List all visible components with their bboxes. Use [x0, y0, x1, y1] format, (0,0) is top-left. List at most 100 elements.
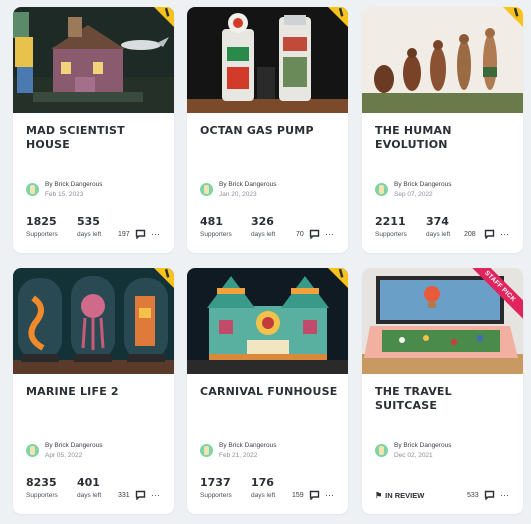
- project-title[interactable]: MAD SCIENTIST HOUSE: [26, 124, 164, 152]
- days-left-label: days left: [426, 231, 451, 238]
- octan-gas-pump-picture: [187, 7, 348, 113]
- more-options-icon[interactable]: ···: [500, 490, 509, 500]
- project-card[interactable]: ▌ THE HUMAN EVOLUTION By Brick Dangerous…: [362, 7, 523, 253]
- avatar[interactable]: [26, 183, 39, 196]
- more-options-icon[interactable]: ···: [151, 229, 160, 239]
- days-left-stat: 535 days left: [77, 215, 101, 238]
- author-name[interactable]: By Brick Dangerous: [219, 181, 276, 188]
- author-name[interactable]: By Brick Dangerous: [219, 442, 276, 449]
- publish-date: Jan 20, 2023: [219, 191, 257, 198]
- comment-icon[interactable]: [309, 490, 320, 500]
- project-card[interactable]: ▌ MARINE LIFE 2 By Brick Dangerous Apr 0…: [13, 268, 174, 514]
- days-left-stat: 176 days left: [251, 476, 275, 499]
- human-evolution-picture: [362, 7, 523, 113]
- author-row: By Brick Dangerous Feb 15, 2023: [26, 180, 166, 202]
- supporters-count: 1737: [200, 476, 231, 489]
- project-title[interactable]: MARINE LIFE 2: [26, 385, 164, 399]
- publish-date: Sep 07, 2022: [394, 191, 433, 198]
- comment-count[interactable]: 197: [118, 231, 130, 238]
- author-name[interactable]: By Brick Dangerous: [394, 442, 451, 449]
- avatar[interactable]: [26, 444, 39, 457]
- avatar[interactable]: [200, 444, 213, 457]
- human-evolution-image[interactable]: [362, 7, 523, 113]
- days-left-count: 535: [77, 215, 100, 228]
- comment-icon[interactable]: [135, 490, 146, 500]
- avatar[interactable]: [375, 183, 388, 196]
- marine-life-picture: [13, 268, 174, 374]
- supporters-label: Supporters: [200, 231, 232, 238]
- marine-life-image[interactable]: [13, 268, 174, 374]
- project-title[interactable]: CARNIVAL FUNHOUSE: [200, 385, 338, 399]
- project-title[interactable]: THE HUMAN EVOLUTION: [375, 124, 513, 152]
- in-review-label: IN REVIEW: [385, 491, 425, 500]
- comment-count[interactable]: 331: [118, 492, 130, 499]
- featured-flag: [154, 7, 174, 27]
- project-card[interactable]: ▌ MAD SCIENTIST HOUSE By Brick Dangerous…: [13, 7, 174, 253]
- author-row: By Brick Dangerous Sep 07, 2022: [375, 180, 515, 202]
- publish-date: Feb 21, 2022: [219, 452, 258, 459]
- comment-icon[interactable]: [484, 490, 495, 500]
- featured-flag: [503, 7, 523, 27]
- supporters-stat: 1737 Supporters: [200, 476, 232, 499]
- mad-scientist-house-picture: [13, 7, 174, 113]
- author-name[interactable]: By Brick Dangerous: [45, 181, 102, 188]
- publish-date: Dec 02, 2021: [394, 452, 433, 459]
- more-options-icon[interactable]: ···: [325, 229, 334, 239]
- avatar[interactable]: [375, 444, 388, 457]
- avatar[interactable]: [200, 183, 213, 196]
- publish-date: Apr 05, 2022: [45, 452, 83, 459]
- octan-gas-pump-image[interactable]: [187, 7, 348, 113]
- project-title[interactable]: OCTAN GAS PUMP: [200, 124, 338, 138]
- days-left-label: days left: [251, 492, 276, 499]
- more-options-icon[interactable]: ···: [325, 490, 334, 500]
- comment-icon[interactable]: [309, 229, 320, 239]
- supporters-label: Supporters: [26, 492, 58, 499]
- comment-icon[interactable]: [484, 229, 495, 239]
- days-left-stat: 401 days left: [77, 476, 101, 499]
- comment-count[interactable]: 70: [296, 231, 304, 238]
- author-name[interactable]: By Brick Dangerous: [394, 181, 451, 188]
- days-left-stat: 326 days left: [251, 215, 275, 238]
- more-options-icon[interactable]: ···: [151, 490, 160, 500]
- comment-count[interactable]: 208: [464, 231, 476, 238]
- supporters-stat: 8235 Supporters: [26, 476, 58, 499]
- comment-icon[interactable]: [135, 229, 146, 239]
- author-name[interactable]: By Brick Dangerous: [45, 442, 102, 449]
- in-review-status: ⚑ IN REVIEW: [375, 491, 424, 500]
- days-left-stat: 374 days left: [426, 215, 450, 238]
- days-left-count: 374: [426, 215, 449, 228]
- supporters-stat: 2211 Supporters: [375, 215, 407, 238]
- project-card[interactable]: ▌ CARNIVAL FUNHOUSE By Brick Dangerous F…: [187, 268, 348, 514]
- more-options-icon[interactable]: ···: [500, 229, 509, 239]
- supporters-count: 1825: [26, 215, 57, 228]
- supporters-count: 8235: [26, 476, 57, 489]
- days-left-label: days left: [77, 231, 102, 238]
- days-left-count: 401: [77, 476, 100, 489]
- carnival-funhouse-picture: [187, 268, 348, 374]
- featured-flag: [328, 7, 348, 27]
- supporters-count: 481: [200, 215, 223, 228]
- days-left-count: 326: [251, 215, 274, 228]
- carnival-funhouse-image[interactable]: [187, 268, 348, 374]
- comment-count[interactable]: 533: [467, 492, 479, 499]
- supporters-count: 2211: [375, 215, 406, 228]
- author-row: By Brick Dangerous Jan 20, 2023: [200, 180, 340, 202]
- comment-count[interactable]: 159: [292, 492, 304, 499]
- author-row: By Brick Dangerous Apr 05, 2022: [26, 441, 166, 463]
- supporters-label: Supporters: [375, 231, 407, 238]
- featured-flag: [328, 268, 348, 288]
- project-card[interactable]: ▌ OCTAN GAS PUMP By Brick Dangerous Jan …: [187, 7, 348, 253]
- author-row: By Brick Dangerous Feb 21, 2022: [200, 441, 340, 463]
- days-left-count: 176: [251, 476, 274, 489]
- supporters-stat: 1825 Supporters: [26, 215, 58, 238]
- days-left-label: days left: [251, 231, 276, 238]
- review-status-icon: ⚑: [375, 491, 383, 500]
- project-title[interactable]: THE TRAVEL SUITCASE: [375, 385, 513, 413]
- author-row: By Brick Dangerous Dec 02, 2021: [375, 441, 515, 463]
- mad-scientist-house-image[interactable]: [13, 7, 174, 113]
- supporters-label: Supporters: [26, 231, 58, 238]
- supporters-label: Supporters: [200, 492, 232, 499]
- days-left-label: days left: [77, 492, 102, 499]
- project-card[interactable]: STAFF PICK THE TRAVEL SUITCASE By Brick …: [362, 268, 523, 514]
- supporters-stat: 481 Supporters: [200, 215, 232, 238]
